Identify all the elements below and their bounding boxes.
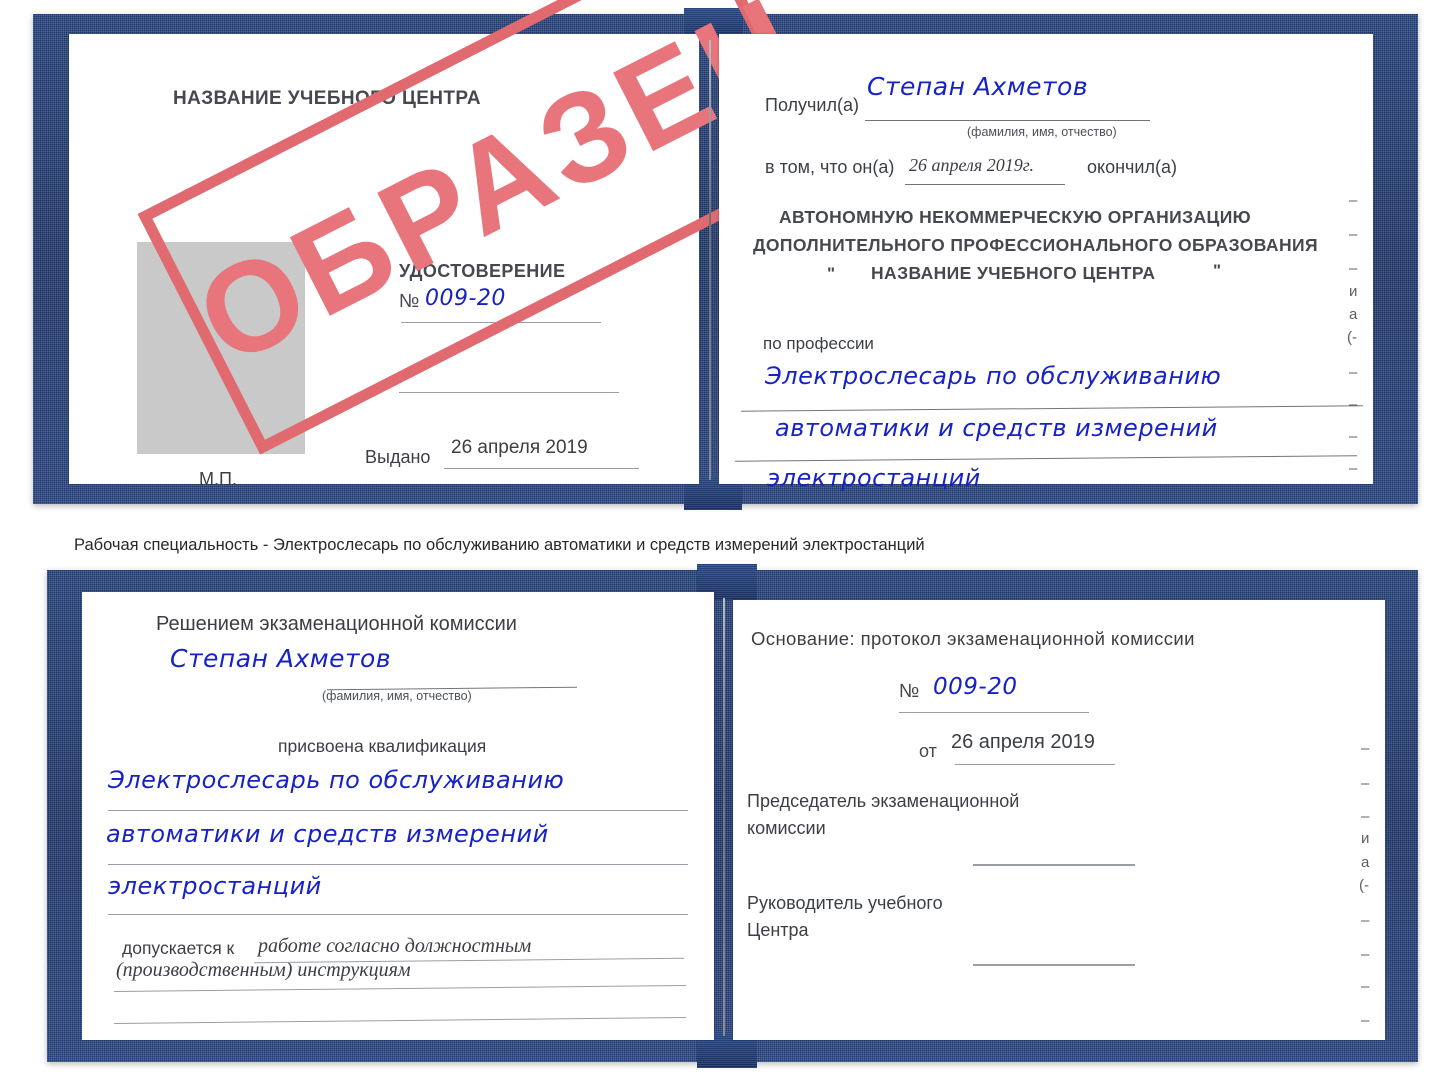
protocol-number-value: 009-20	[933, 674, 1018, 700]
qualification-line-1: Электрослесарь по обслуживанию	[108, 766, 565, 794]
certificate-1-right-page: Получил(а) Степан Ахметов (фамилия, имя,…	[719, 34, 1373, 490]
edge-ghost-mark-5: а	[1349, 306, 1358, 323]
profession-line-1: Электрослесарь по обслуживанию	[765, 362, 1222, 390]
profession-label: по профессии	[763, 334, 874, 353]
issued-label: Выдано	[365, 447, 431, 467]
photo-placeholder	[137, 242, 305, 454]
training-center-name-heading: НАЗВАНИЕ УЧЕБНОГО ЦЕНТРА	[173, 88, 481, 109]
completion-date-rule	[905, 184, 1065, 185]
edge-ghost-mark-2: –	[1349, 226, 1358, 243]
edge-ghost-mark-6: (-	[1347, 329, 1357, 346]
blank-rule-1	[399, 392, 619, 393]
qualification-rule-3	[108, 914, 688, 915]
certificate-2-right-page: Основание: протокол экзаменационной коми…	[733, 600, 1385, 1040]
admitted-rule-2	[114, 985, 686, 992]
admitted-label: допускается к	[122, 938, 235, 958]
edge-ghost-mark-7: –	[1349, 364, 1358, 381]
protocol-date-label: от	[919, 741, 937, 761]
organization-line-3: НАЗВАНИЕ УЧЕБНОГО ЦЕНТРА	[871, 263, 1156, 283]
decision-title: Решением экзаменационной комиссии	[156, 613, 517, 635]
edge-ghost-mark-b3: –	[1361, 808, 1370, 825]
edge-ghost-mark-b4: и	[1361, 830, 1370, 847]
profession-line-2: автоматики и средств измерений	[775, 414, 1218, 442]
profession-rule-2	[735, 455, 1357, 462]
edge-ghost-mark-1: –	[1349, 192, 1358, 209]
protocol-number-rule	[899, 712, 1089, 713]
qualification-label: присвоена квалификация	[278, 736, 487, 756]
edge-ghost-mark-b1: –	[1361, 740, 1370, 757]
edge-ghost-mark-b2: –	[1361, 775, 1370, 792]
document-type-heading: УДОСТОВЕРЕНИЕ	[399, 261, 566, 281]
in-that-label: в том, что он(а)	[765, 157, 895, 177]
qualification-rule-2	[108, 864, 688, 865]
admitted-value-line-1: работе согласно должностным	[258, 935, 532, 957]
basis-label: Основание: протокол экзаменационной коми…	[751, 628, 1195, 649]
edge-ghost-mark-9: –	[1349, 428, 1358, 445]
protocol-date-rule	[955, 764, 1115, 765]
edge-ghost-mark-b8: –	[1361, 946, 1370, 963]
chairman-label-line-2: комиссии	[747, 818, 826, 838]
head-label-line-1: Руководитель учебного	[747, 893, 943, 913]
edge-ghost-mark-b9: –	[1361, 978, 1370, 995]
edge-ghost-mark-10: –	[1349, 460, 1358, 477]
certificate-2-cover: Решением экзаменационной комиссии Степан…	[47, 564, 1418, 1068]
protocol-number-label: №	[899, 681, 920, 702]
certificate-2-gutter	[723, 598, 725, 1036]
issued-date-value: 26 апреля 2019	[451, 437, 588, 458]
qualification-line-2: автоматики и средств измерений	[106, 820, 549, 848]
page-caption: Рабочая специальность - Электрослесарь п…	[74, 536, 925, 554]
chairman-signature-rule	[973, 864, 1135, 866]
edge-ghost-mark-3: –	[1349, 260, 1358, 277]
edge-ghost-mark-4: и	[1349, 283, 1358, 300]
edge-ghost-mark-b7: –	[1361, 912, 1370, 929]
chairman-label-line-1: Председатель экзаменационной	[747, 791, 1020, 811]
name-hint-label: (фамилия, имя, отчество)	[967, 125, 1117, 139]
received-name-rule	[865, 120, 1150, 121]
profession-rule-1	[741, 405, 1363, 412]
certificate-number-value: 009-20	[425, 286, 506, 311]
seal-place-label: М.П.	[199, 469, 237, 489]
graduate-name-hint: (фамилия, имя, отчество)	[322, 689, 472, 703]
certificate-1-left-page: НАЗВАНИЕ УЧЕБНОГО ЦЕНТРА УДОСТОВЕРЕНИЕ №…	[69, 0, 831, 488]
edge-ghost-mark-b10: –	[1361, 1012, 1370, 1029]
qualification-rule-1	[108, 810, 688, 811]
protocol-date-value: 26 апреля 2019	[951, 731, 1095, 753]
edge-ghost-mark-b6: (-	[1359, 877, 1369, 894]
organization-line-2: ДОПОЛНИТЕЛЬНОГО ПРОФЕССИОНАЛЬНОГО ОБРАЗО…	[753, 235, 1318, 255]
profession-line-3: электростанций	[767, 464, 981, 492]
received-label: Получил(а)	[765, 95, 859, 115]
organization-line-1: АВТОНОМНУЮ НЕКОММЕРЧЕСКУЮ ОРГАНИЗАЦИЮ	[779, 207, 1252, 227]
head-label-line-2: Центра	[747, 920, 809, 940]
received-name-value: Степан Ахметов	[867, 72, 1089, 101]
admitted-rule-3	[114, 1017, 686, 1024]
certificate-1-cover: НАЗВАНИЕ УЧЕБНОГО ЦЕНТРА УДОСТОВЕРЕНИЕ №…	[33, 0, 1418, 510]
organization-quote-close: "	[1213, 261, 1222, 280]
finished-label: окончил(а)	[1087, 157, 1177, 177]
qualification-line-3: электростанций	[108, 872, 322, 900]
completion-date-value: 26 апреля 2019г.	[909, 155, 1035, 175]
issued-date-rule	[444, 468, 639, 469]
edge-ghost-mark-b5: а	[1361, 854, 1370, 871]
certificate-2-left-page: Решением экзаменационной комиссии Степан…	[82, 592, 714, 1040]
certificate-number-rule	[401, 322, 601, 323]
certificate-number-label: №	[399, 291, 420, 312]
graduate-name-value: Степан Ахметов	[170, 644, 392, 673]
edge-ghost-mark-8: –	[1349, 396, 1358, 413]
head-signature-rule	[973, 964, 1135, 966]
organization-quote-open: "	[827, 264, 836, 283]
certificate-1-gutter	[709, 40, 711, 480]
